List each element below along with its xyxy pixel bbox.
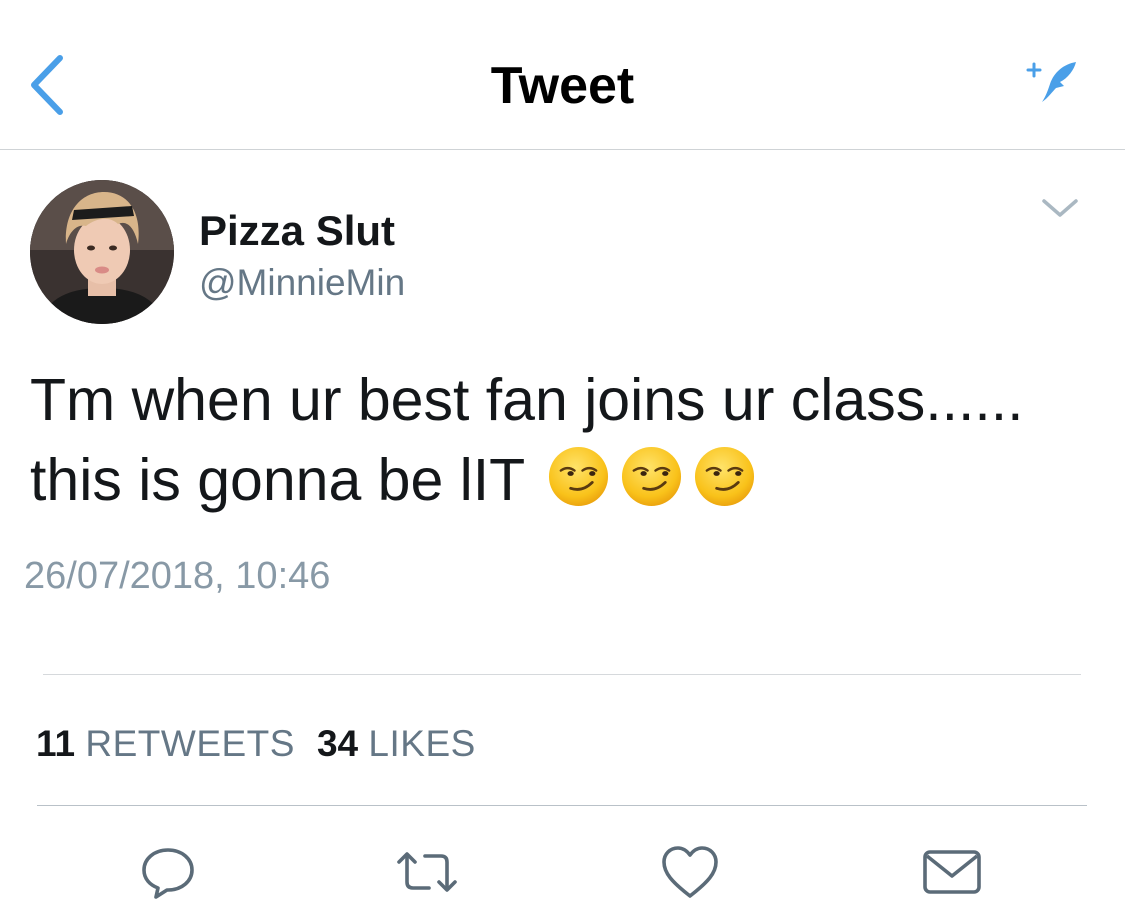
retweet-arrows-icon [397, 852, 457, 892]
tweet-text-line-2-text: this is gonna be lIT [30, 447, 526, 513]
divider [43, 674, 1081, 675]
likes-stat[interactable]: 34 LIKES [317, 723, 476, 764]
retweets-label: RETWEETS [85, 723, 295, 764]
speech-bubble-icon [142, 848, 194, 899]
nav-bar: Tweet [0, 0, 1125, 150]
tweet-stats: 11 RETWEETS 34 LIKES [36, 722, 476, 766]
timestamp: 26/07/2018, 10:46 [24, 555, 331, 597]
divider [37, 805, 1087, 806]
username[interactable]: @MinnieMin [199, 260, 405, 306]
like-button[interactable] [658, 842, 722, 902]
tweet-text-line-1: Tm when ur best fan joins ur class...... [30, 367, 1024, 433]
smirking-face-icon [622, 446, 682, 507]
page-title: Tweet [490, 57, 635, 115]
envelope-icon [923, 850, 981, 894]
retweet-button[interactable] [395, 842, 459, 902]
emoji-group [525, 446, 756, 513]
likes-count: 34 [316, 723, 359, 764]
compose-feather-icon[interactable] [1024, 56, 1084, 106]
chevron-down-icon[interactable] [1040, 195, 1080, 223]
display-name[interactable]: Pizza Slut [199, 207, 395, 255]
retweets-count: 11 [36, 723, 76, 764]
avatar[interactable] [30, 180, 174, 324]
direct-message-button[interactable] [920, 842, 984, 902]
profile-photo [30, 180, 174, 324]
smirking-face-icon [549, 446, 609, 507]
likes-label: LIKES [368, 723, 476, 764]
tweet-text: Tm when ur best fan joins ur class......… [30, 360, 1100, 520]
smirking-face-icon [695, 446, 755, 507]
reply-button[interactable] [136, 842, 200, 902]
heart-icon [662, 846, 718, 898]
retweets-stat[interactable]: 11 RETWEETS [36, 723, 295, 764]
tweet-text-line-2: this is gonna be lIT [30, 440, 1100, 520]
